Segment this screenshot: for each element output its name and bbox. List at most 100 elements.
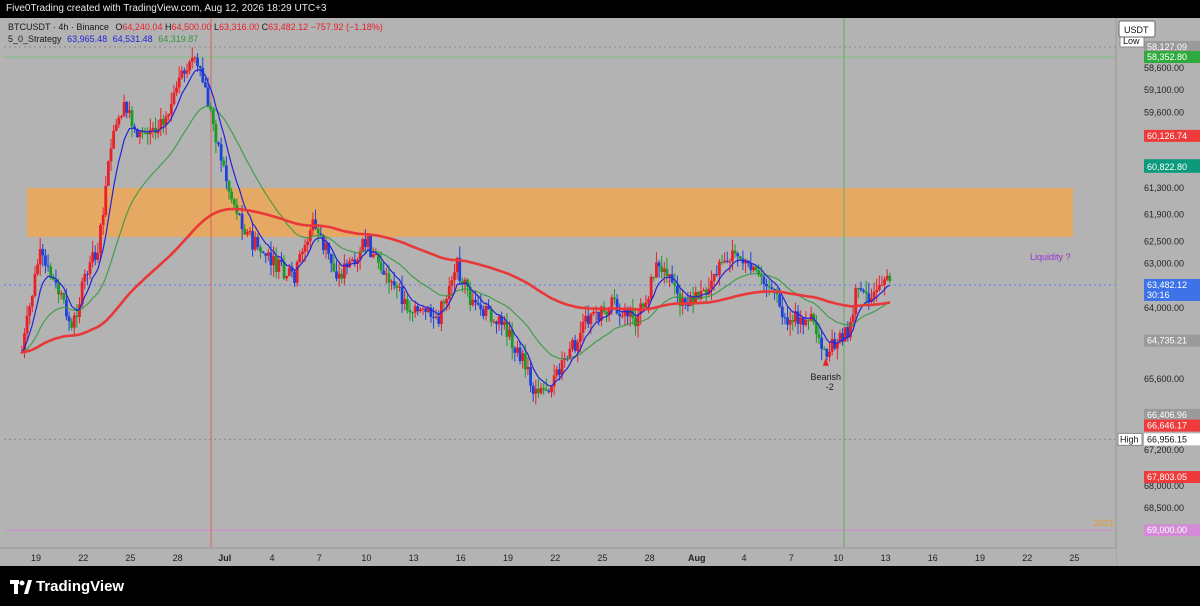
candle-body [400, 286, 404, 305]
candle-body [382, 270, 386, 275]
high-tag: High [1120, 434, 1139, 444]
candle-body [245, 231, 249, 235]
y-tick-label: 65,600.00 [1144, 374, 1184, 384]
candle-body [778, 294, 782, 307]
candle-body [298, 254, 302, 262]
candle-body [731, 250, 734, 262]
candle-body [30, 295, 34, 307]
candle-body [516, 347, 519, 353]
candle-body [369, 235, 372, 258]
candle-body [88, 262, 92, 275]
candle-body [476, 302, 480, 305]
candle-body [738, 256, 742, 259]
price-chart[interactable]: Bearish-2Liquidity ?2021 ATH58,600.0059,… [0, 18, 1200, 566]
ohlc-change: −757.92 (−1.18%) [310, 22, 383, 32]
candle-body [62, 292, 66, 300]
candle-body [350, 259, 354, 262]
candle-body [206, 87, 210, 107]
candle-body [419, 309, 422, 312]
candle-body [266, 252, 270, 256]
candle-body [578, 332, 582, 342]
candle-body [828, 351, 831, 357]
candle-body [589, 313, 593, 324]
candle-body [547, 390, 551, 393]
candle-body [59, 292, 63, 295]
candle-body [198, 66, 202, 68]
candle-body [872, 291, 876, 299]
candle-body [854, 288, 858, 315]
candle-body [287, 267, 291, 276]
candle-body [57, 283, 60, 295]
candle-body [335, 271, 338, 279]
candle-body [710, 280, 713, 289]
candle-body [172, 92, 176, 104]
candle-body [445, 298, 449, 304]
indicator-legend[interactable]: 5_0_Strategy 63,965.48 64,531.48 64,319.… [8, 34, 198, 44]
candle-body [888, 275, 892, 282]
symbol-label[interactable]: BTCUSDT · 4h · Binance [8, 22, 109, 32]
candle-body [723, 260, 726, 263]
candle-body [321, 235, 325, 251]
candle-body [497, 316, 501, 325]
candle-body [489, 309, 493, 322]
candle-body [833, 339, 837, 349]
candle-body [531, 385, 535, 394]
candle-body [437, 316, 441, 324]
candle-body [817, 334, 821, 338]
candle-body [384, 273, 388, 275]
candle-body [644, 302, 648, 308]
candle-body [243, 229, 247, 235]
y-tick-label: 67,200.00 [1144, 445, 1184, 455]
candle-body [610, 297, 614, 308]
candle-body [256, 237, 260, 248]
price-label-text: 66,956.15 [1147, 434, 1187, 444]
candle-body [112, 130, 116, 149]
candle-body [877, 285, 881, 291]
credit-text: Five0Trading created with TradingView.co… [6, 3, 327, 14]
candle-body [72, 315, 76, 328]
x-tick-label: 28 [645, 553, 655, 563]
candle-body [125, 101, 129, 113]
candle-body [820, 337, 824, 349]
signal-count: -2 [826, 382, 834, 392]
candle-body [91, 252, 95, 263]
footer-bar: TradingView [0, 566, 1200, 606]
indicator-name: 5_0_Strategy [8, 34, 62, 44]
chart-frame[interactable]: Bearish -2 Liquidity ? 2021 ATH 58,600.00 59,… [0, 18, 1200, 566]
indicator-value-1: 63,965.48 [67, 34, 108, 44]
candle-body [657, 262, 661, 267]
candle-body [295, 261, 299, 283]
candle-body [190, 57, 194, 62]
candle-body [285, 275, 289, 279]
candle-body [70, 321, 74, 328]
candle-body [329, 253, 333, 264]
candle-body [586, 315, 590, 324]
candle-body [308, 230, 312, 242]
candle-body [169, 103, 173, 115]
candle-body [450, 280, 454, 286]
candle-body [880, 284, 884, 286]
candle-body [518, 347, 522, 361]
candle-body [101, 215, 105, 225]
candle-body [117, 117, 121, 125]
candle-body [807, 319, 810, 321]
candle-body [655, 262, 658, 278]
candle-body [652, 276, 656, 278]
tradingview-logo[interactable]: TradingView [10, 578, 124, 595]
candle-body [106, 161, 110, 186]
candle-body [363, 239, 367, 247]
x-tick-label: 22 [1022, 553, 1032, 563]
signal-arrow [822, 357, 829, 366]
candle-body [492, 321, 496, 323]
currency-button[interactable]: USDT [1124, 25, 1149, 35]
tradingview-logo-icon [10, 579, 32, 594]
candle-body [203, 82, 207, 88]
price-label-text: 66,646.17 [1147, 421, 1187, 431]
candle-body [773, 288, 776, 290]
candle-body [324, 242, 328, 251]
candle-body [752, 266, 755, 271]
candle-body [398, 286, 401, 288]
candle-body [146, 133, 150, 135]
candle-body [717, 261, 721, 276]
ohlc-high-value: 64,500.00 [171, 22, 212, 32]
